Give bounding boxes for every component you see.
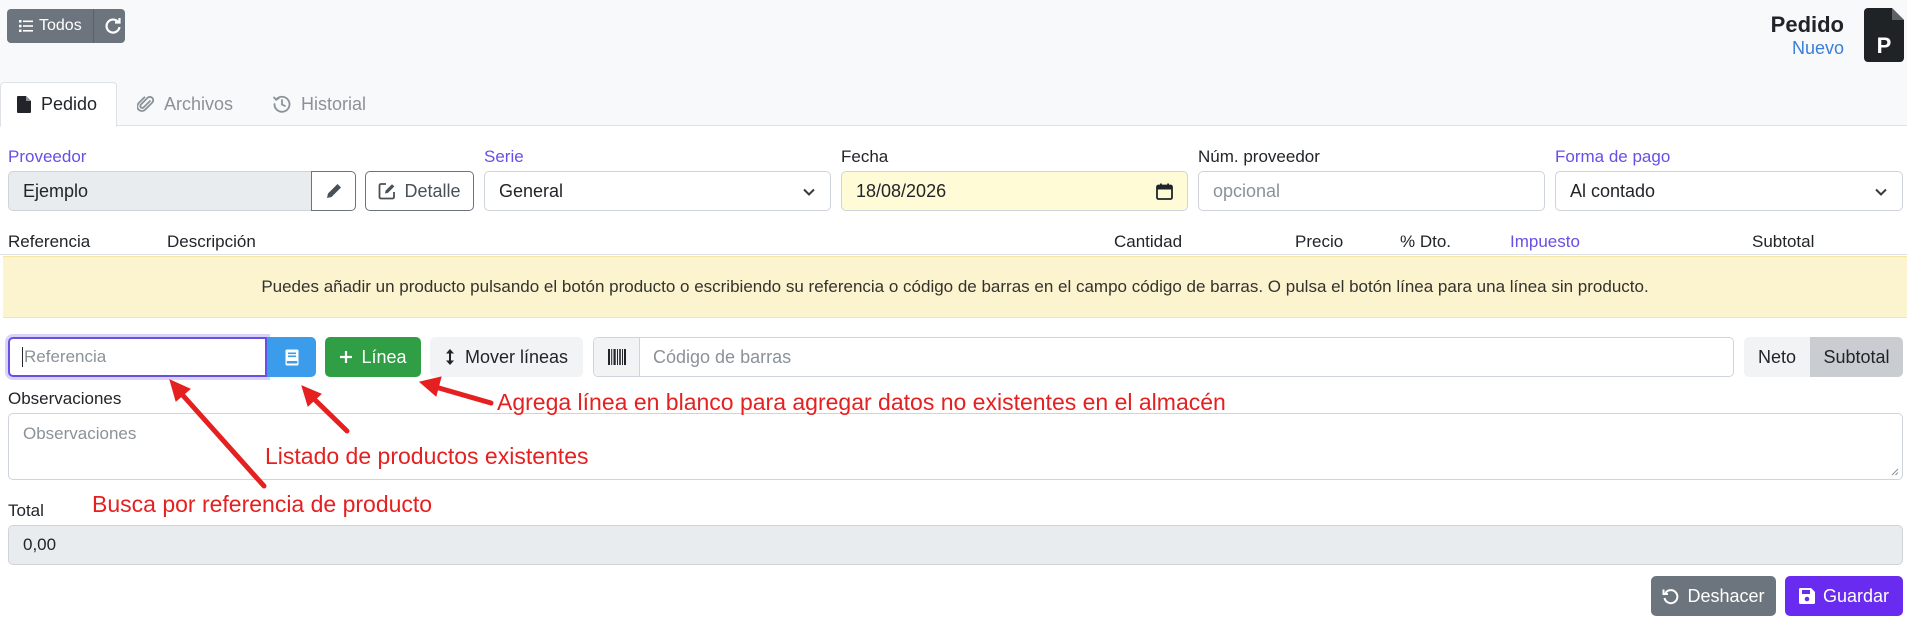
tab-archivos-label: Archivos — [164, 93, 234, 114]
serie-value: General — [499, 180, 564, 201]
tab-pedido-label: Pedido — [41, 94, 98, 114]
num-proveedor-label: Núm. proveedor — [1198, 147, 1320, 166]
serie-label[interactable]: Serie — [484, 147, 524, 167]
proveedor-field: Ejemplo — [8, 171, 312, 211]
forma-pago-select[interactable]: Al contado — [1555, 171, 1903, 211]
arrow-to-linea-button — [429, 383, 494, 406]
top-bar: Todos Pedido Nuevo P — [0, 0, 1907, 82]
fecha-input[interactable]: 18/08/2026 — [841, 171, 1188, 211]
text-caret — [22, 347, 23, 367]
linea-label: Línea — [361, 346, 407, 367]
detalle-label: Detalle — [404, 180, 461, 201]
vertical-arrows-icon — [445, 349, 454, 365]
move-lines-button[interactable]: Mover líneas — [430, 337, 583, 377]
save-icon — [1798, 588, 1815, 604]
neto-toggle[interactable]: Neto — [1744, 337, 1810, 377]
plus-icon — [340, 351, 353, 363]
fecha-value: 18/08/2026 — [856, 180, 947, 201]
resize-grip-icon[interactable] — [1889, 466, 1899, 476]
observaciones-label: Observaciones — [8, 389, 122, 408]
book-icon — [285, 349, 298, 365]
product-list-button[interactable] — [267, 337, 316, 377]
document-type-icon: P — [1864, 8, 1904, 62]
todos-button[interactable]: Todos — [7, 9, 125, 43]
proveedor-label[interactable]: Proveedor — [8, 147, 86, 167]
tab-historial[interactable]: Historial — [257, 82, 382, 126]
serie-select[interactable]: General — [484, 171, 831, 211]
guardar-button[interactable]: Guardar — [1785, 576, 1903, 616]
arrow-head-referencia — [169, 379, 191, 402]
total-field: 0,00 — [8, 525, 1903, 565]
arrow-head-linea — [418, 376, 442, 397]
calendar-icon[interactable] — [1156, 183, 1173, 200]
barcode-placeholder: Código de barras — [653, 347, 792, 367]
referencia-placeholder: Referencia — [24, 347, 107, 366]
arrow-head-book — [301, 385, 322, 407]
fecha-label: Fecha — [841, 147, 889, 166]
annotation-listado: Listado de productos existentes — [265, 443, 589, 469]
col-precio: Precio — [1295, 232, 1344, 251]
button-separator — [93, 9, 94, 43]
annotation-linea: Agrega línea en blanco para agregar dato… — [497, 389, 1226, 415]
document-title: Pedido — [1770, 12, 1844, 37]
header-divider — [0, 254, 1907, 255]
pencil-icon — [326, 184, 341, 198]
tab-archivos[interactable]: Archivos — [121, 82, 249, 126]
col-impuesto[interactable]: Impuesto — [1510, 232, 1580, 252]
barcode-icon — [594, 338, 640, 376]
refresh-icon[interactable] — [104, 16, 122, 36]
chevron-down-icon — [803, 188, 815, 196]
num-proveedor-input[interactable]: opcional — [1198, 171, 1545, 211]
observaciones-placeholder: Observaciones — [23, 424, 137, 443]
forma-pago-value: Al contado — [1570, 180, 1656, 201]
forma-pago-label[interactable]: Forma de pago — [1555, 147, 1670, 167]
referencia-input[interactable]: Referencia — [8, 337, 267, 377]
list-icon — [19, 20, 33, 32]
col-cantidad: Cantidad — [1114, 232, 1183, 251]
file-icon — [17, 96, 31, 113]
detalle-button[interactable]: Detalle — [365, 171, 474, 211]
history-icon — [273, 95, 291, 113]
deshacer-label: Deshacer — [1687, 585, 1765, 606]
barcode-input-group[interactable]: Código de barras — [593, 337, 1734, 377]
col-descripcion: Descripción — [167, 232, 256, 251]
guardar-label: Guardar — [1822, 585, 1890, 606]
col-subtotal: Subtotal — [1752, 232, 1815, 251]
tab-pedido[interactable]: Pedido — [0, 82, 117, 127]
deshacer-button[interactable]: Deshacer — [1651, 576, 1776, 616]
todos-label: Todos — [39, 17, 82, 34]
col-dto: % Dto. — [1400, 232, 1452, 251]
chevron-down-icon — [1875, 188, 1887, 196]
empty-lines-alert: Puedes añadir un producto pulsando el bo… — [3, 256, 1907, 318]
tab-historial-label: Historial — [301, 93, 367, 114]
tabs-bar: Pedido Archivos Historial — [0, 82, 1907, 127]
edit-proveedor-button[interactable] — [311, 171, 356, 211]
mover-label: Mover líneas — [464, 346, 569, 367]
add-line-button[interactable]: Línea — [325, 337, 421, 377]
edit-square-icon — [379, 183, 396, 200]
subtotal-toggle[interactable]: Subtotal — [1810, 337, 1903, 377]
total-label: Total — [8, 501, 44, 520]
paperclip-icon — [137, 96, 154, 112]
document-type-letter: P — [1877, 33, 1892, 58]
undo-icon — [1662, 588, 1679, 604]
col-referencia: Referencia — [8, 232, 91, 251]
document-status: Nuevo — [1791, 38, 1844, 58]
annotation-busca: Busca por referencia de producto — [92, 491, 433, 517]
